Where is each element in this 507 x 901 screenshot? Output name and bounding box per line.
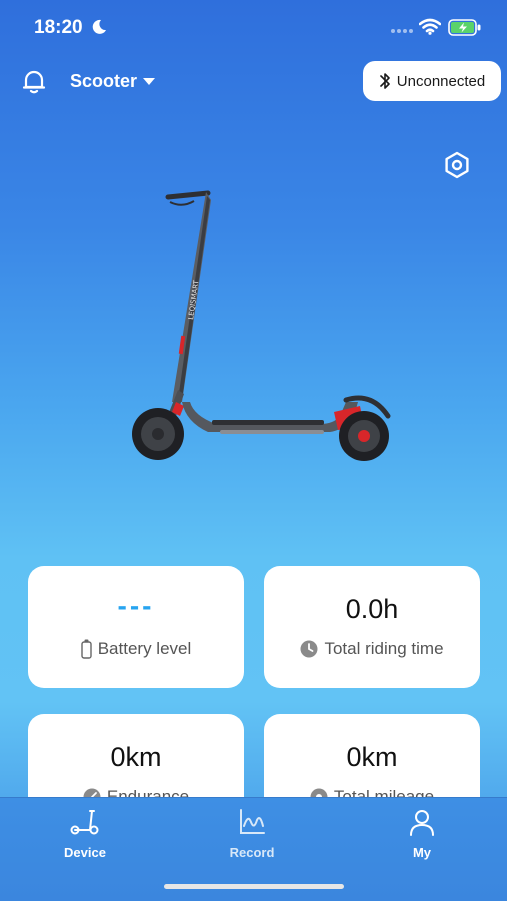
chart-line-icon bbox=[240, 809, 265, 834]
total-riding-time-label: Total riding time bbox=[324, 639, 444, 658]
bluetooth-connect-button[interactable]: Unconnected bbox=[363, 61, 501, 101]
svg-text:LEQISMART: LEQISMART bbox=[187, 279, 201, 320]
moon-icon bbox=[92, 19, 106, 34]
bell-icon[interactable] bbox=[22, 68, 46, 94]
battery-level-label: Battery level bbox=[97, 639, 192, 658]
battery-level-value: --- bbox=[117, 590, 155, 621]
connection-status: Unconnected bbox=[396, 72, 486, 90]
battery-level-card[interactable]: --- Battery level bbox=[28, 566, 244, 688]
settings-icon[interactable] bbox=[443, 151, 471, 179]
scooter-image: LEQISMART bbox=[132, 190, 391, 461]
cellular-signal-icon bbox=[391, 29, 413, 33]
total-riding-time-value: 0.0h bbox=[345, 594, 399, 624]
status-time: 18:20 bbox=[34, 17, 83, 38]
tab-record[interactable]: Record bbox=[202, 808, 302, 860]
tab-my[interactable]: My bbox=[372, 808, 472, 860]
wifi-icon bbox=[419, 18, 441, 35]
battery-charging-icon bbox=[448, 19, 481, 36]
tab-device[interactable]: Device bbox=[35, 808, 135, 860]
battery-outline-icon bbox=[81, 639, 92, 659]
device-name: Scooter bbox=[70, 71, 138, 91]
tab-device-label: Device bbox=[64, 845, 106, 860]
home-indicator bbox=[164, 884, 344, 889]
tab-record-label: Record bbox=[229, 845, 275, 860]
clock-icon bbox=[300, 640, 318, 658]
total-mileage-value: 0km bbox=[346, 742, 398, 772]
scooter-icon bbox=[70, 810, 99, 835]
endurance-value: 0km bbox=[110, 742, 162, 772]
caret-down-icon bbox=[143, 77, 156, 85]
bluetooth-icon bbox=[379, 73, 390, 89]
header: Scooter Unconnected bbox=[0, 58, 507, 104]
total-riding-time-card[interactable]: 0.0h Total riding time bbox=[264, 566, 480, 688]
tab-my-label: My bbox=[412, 845, 432, 860]
status-bar: 18:20 bbox=[0, 0, 507, 52]
device-select[interactable]: Scooter bbox=[70, 71, 156, 92]
person-icon bbox=[410, 810, 434, 836]
